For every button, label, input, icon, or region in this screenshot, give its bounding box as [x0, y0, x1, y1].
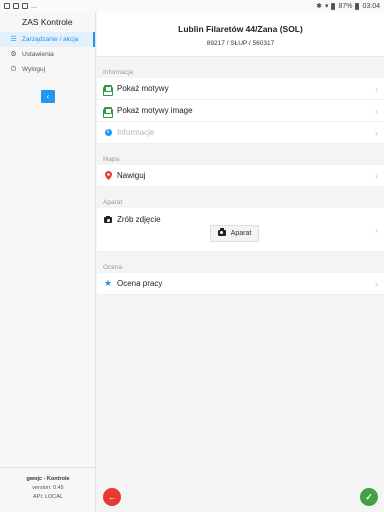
- camera-button[interactable]: Aparat: [210, 225, 259, 242]
- confirm-button[interactable]: ✓: [360, 488, 378, 506]
- sidebar-item-wyloguj[interactable]: ⏻ Wyloguj: [0, 62, 95, 77]
- show-motifs-row[interactable]: Pokaż motywy ›: [97, 78, 384, 100]
- navigate-row[interactable]: Nawiguj ›: [97, 165, 384, 187]
- user-name: gwojc - Kontrole: [26, 476, 70, 482]
- page-header: Lublin Filaretów 44/Zana (SOL) 89217 / S…: [97, 12, 384, 57]
- camera-icon: [103, 215, 113, 223]
- main-content: Lublin Filaretów 44/Zana (SOL) 89217 / S…: [97, 12, 384, 512]
- info-icon: i: [103, 129, 113, 136]
- section-label-ocena: Ocena: [103, 264, 123, 271]
- row-label: Pokaż motywy image: [117, 106, 193, 115]
- row-label: Nawiguj: [117, 171, 146, 180]
- sidebar-item-label: Zarządzanie / akcja: [22, 36, 79, 43]
- take-photo-row[interactable]: Zrób zdjęcie Aparat ›: [97, 208, 384, 252]
- back-button[interactable]: ←: [103, 488, 121, 506]
- row-label: Ocena pracy: [117, 279, 163, 288]
- star-icon: ★: [103, 278, 113, 288]
- arrow-left-icon: ←: [107, 492, 117, 502]
- sidebar-item-ustawienia[interactable]: ⚙ Ustawienia: [0, 47, 95, 62]
- notification-icon: [22, 3, 28, 9]
- section-label-mapa: Mapa: [103, 156, 120, 163]
- chevron-right-icon: ›: [375, 83, 378, 94]
- logout-icon: ⏻: [10, 66, 17, 73]
- app-version: version: 0.45: [32, 485, 64, 491]
- sidebar-item-label: Ustawienia: [22, 51, 54, 58]
- row-label: Informacje: [117, 128, 155, 137]
- sidebar: ZAS Kontrole ☰ Zarządzanie / akcja ⚙ Ust…: [0, 12, 96, 512]
- gear-icon: ⚙: [10, 51, 17, 58]
- battery-level: 87%: [338, 2, 353, 10]
- image-icon: [102, 85, 113, 96]
- battery-icon: [331, 2, 336, 10]
- sidebar-item-label: Wyloguj: [22, 66, 46, 73]
- section-label-informacje: Informacje: [103, 69, 134, 76]
- rate-work-row[interactable]: ★ Ocena pracy ›: [97, 273, 384, 295]
- battery-icon: [355, 2, 360, 10]
- bluetooth-icon: ✱: [316, 3, 322, 10]
- map-pin-icon: [103, 171, 113, 180]
- page-subtitle: 89217 / SŁUP / 560317: [206, 40, 275, 47]
- notification-icon: [13, 3, 19, 9]
- section-label-aparat: Aparat: [103, 199, 123, 206]
- chevron-right-icon: ›: [375, 278, 378, 289]
- chevron-right-icon: ›: [375, 105, 378, 116]
- chevron-right-icon: ›: [375, 127, 378, 138]
- list-icon: ☰: [10, 36, 17, 43]
- camera-icon: [217, 228, 226, 238]
- api-label: API: LOCAL: [33, 494, 63, 500]
- sidebar-item-zarzadzanie[interactable]: ☰ Zarządzanie / akcja: [0, 32, 95, 47]
- row-label: Pokaż motywy: [117, 84, 169, 93]
- wifi-icon: ▾: [324, 3, 329, 10]
- app-title: ZAS Kontrole: [22, 17, 73, 27]
- notification-icon: [4, 3, 10, 9]
- status-left-text: ...: [31, 2, 37, 10]
- image-icon: [102, 107, 113, 118]
- check-icon: ✓: [365, 491, 373, 502]
- sidebar-footer: gwojc - Kontrole version: 0.45 API: LOCA…: [0, 467, 96, 512]
- chevron-left-icon: ‹: [46, 92, 50, 101]
- row-label: Zrób zdjęcie: [117, 215, 161, 224]
- status-bar: ... ✱ ▾ 87% 03:04: [0, 0, 384, 12]
- show-motifs-image-row[interactable]: Pokaż motywy image ›: [97, 100, 384, 122]
- chevron-right-icon: ›: [375, 224, 378, 235]
- collapse-sidebar-button[interactable]: ‹: [41, 90, 55, 103]
- clock: 03:04: [362, 2, 380, 10]
- camera-button-label: Aparat: [230, 230, 252, 237]
- information-row[interactable]: i Informacje ›: [97, 122, 384, 144]
- chevron-right-icon: ›: [375, 170, 378, 181]
- page-title: Lublin Filaretów 44/Zana (SOL): [178, 24, 303, 34]
